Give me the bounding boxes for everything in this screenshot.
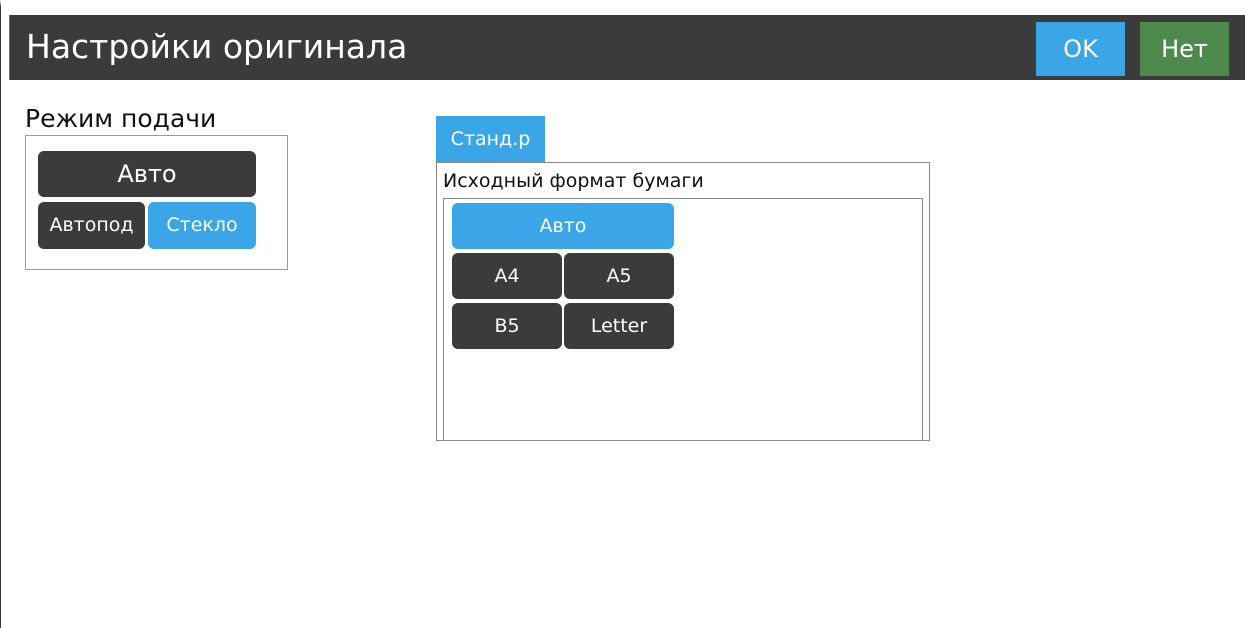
feed-adf-button[interactable]: Автопод (38, 202, 145, 249)
size-auto-button[interactable]: Авто (452, 203, 674, 249)
original-size-label: Исходный формат бумаги (443, 170, 704, 192)
size-a4-button[interactable]: A4 (452, 253, 562, 299)
feed-glass-button[interactable]: Стекло (148, 202, 256, 249)
no-button[interactable]: Нет (1140, 22, 1229, 76)
page-title: Настройки оригинала (26, 27, 408, 66)
original-size-options: Авто A4 A5 B5 Letter (443, 198, 923, 440)
feed-auto-button[interactable]: Авто (38, 151, 256, 197)
title-bar: Настройки оригинала OK Нет (9, 15, 1245, 80)
size-a5-button[interactable]: A5 (564, 253, 674, 299)
original-size-panel: Исходный формат бумаги Авто A4 A5 B5 Let… (436, 162, 930, 441)
feed-mode-label: Режим подачи (25, 104, 217, 133)
tab-standard-size[interactable]: Станд.р (436, 116, 545, 162)
size-letter-button[interactable]: Letter (564, 303, 674, 349)
size-b5-button[interactable]: B5 (452, 303, 562, 349)
ok-button[interactable]: OK (1036, 22, 1125, 76)
original-settings-screen: Настройки оригинала OK Нет Режим подачи … (0, 0, 1245, 628)
feed-mode-group: Авто Автопод Стекло (25, 135, 288, 270)
